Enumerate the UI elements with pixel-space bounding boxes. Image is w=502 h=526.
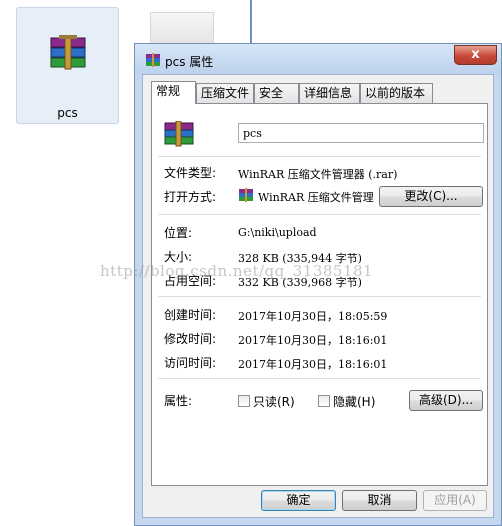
winrar-file-icon bbox=[163, 120, 195, 150]
tab-details[interactable]: 详细信息 bbox=[299, 83, 360, 103]
desktop-file-label: pcs bbox=[57, 106, 78, 120]
location-value: G:\niki\upload bbox=[238, 226, 317, 239]
separator bbox=[158, 156, 481, 157]
winrar-archive-icon bbox=[47, 34, 89, 77]
cancel-button[interactable]: 取消 bbox=[342, 490, 417, 511]
separator bbox=[158, 296, 481, 297]
file-type-value: WinRAR 压缩文件管理器 (.rar) bbox=[238, 168, 398, 181]
apply-button[interactable]: 应用(A) bbox=[423, 490, 487, 511]
winrar-small-icon bbox=[238, 188, 254, 205]
separator bbox=[158, 214, 481, 215]
open-with-value: WinRAR 压缩文件管理 bbox=[258, 191, 374, 204]
general-tab-panel: 文件类型: WinRAR 压缩文件管理器 (.rar) 打开方式: WinRAR… bbox=[151, 103, 488, 486]
readonly-checkbox[interactable] bbox=[238, 395, 250, 407]
separator bbox=[158, 378, 481, 379]
attributes-label: 属性: bbox=[164, 394, 193, 408]
ok-button[interactable]: 确定 bbox=[261, 490, 336, 511]
change-button[interactable]: 更改(C)... bbox=[379, 186, 483, 207]
winrar-title-icon bbox=[145, 53, 161, 70]
accessed-label: 访问时间: bbox=[164, 356, 217, 370]
created-value: 2017年10月30日，18:05:59 bbox=[238, 310, 388, 323]
readonly-label[interactable]: 只读(R) bbox=[253, 393, 295, 410]
open-with-label: 打开方式: bbox=[164, 190, 217, 204]
accessed-value: 2017年10月30日，18:16:01 bbox=[238, 358, 388, 371]
modified-value: 2017年10月30日，18:16:01 bbox=[238, 334, 388, 347]
modified-label: 修改时间: bbox=[164, 332, 217, 346]
hidden-checkbox[interactable] bbox=[318, 395, 330, 407]
tab-previous-versions[interactable]: 以前的版本 bbox=[360, 83, 433, 103]
advanced-button[interactable]: 高级(D)... bbox=[409, 390, 483, 411]
divider bbox=[250, 0, 252, 45]
watermark-text: http://blog.csdn.net/qq_31385181 bbox=[100, 262, 374, 280]
tab-archive[interactable]: 压缩文件 bbox=[196, 83, 254, 103]
tab-general[interactable]: 常规 bbox=[151, 81, 196, 104]
properties-dialog: pcs 属性 x 常规 压缩文件 安全 详细信息 以前的版本 pcs 文件类型:… bbox=[134, 43, 502, 526]
dialog-client: 常规 压缩文件 安全 详细信息 以前的版本 文件类型: WinRAR 压缩文件管… bbox=[142, 74, 494, 518]
hidden-label[interactable]: 隐藏(H) bbox=[333, 393, 375, 410]
tab-security[interactable]: 安全 bbox=[254, 83, 299, 103]
title-bar[interactable]: pcs 属性 x bbox=[135, 44, 501, 74]
file-name-input[interactable] bbox=[238, 123, 484, 143]
desktop-file-pcs[interactable]: pcs bbox=[16, 7, 119, 124]
dialog-title: pcs 属性 bbox=[165, 55, 214, 69]
location-label: 位置: bbox=[164, 226, 193, 240]
close-icon: x bbox=[471, 47, 480, 62]
file-type-label: 文件类型: bbox=[164, 166, 217, 180]
created-label: 创建时间: bbox=[164, 308, 217, 322]
close-button[interactable]: x bbox=[454, 45, 497, 65]
